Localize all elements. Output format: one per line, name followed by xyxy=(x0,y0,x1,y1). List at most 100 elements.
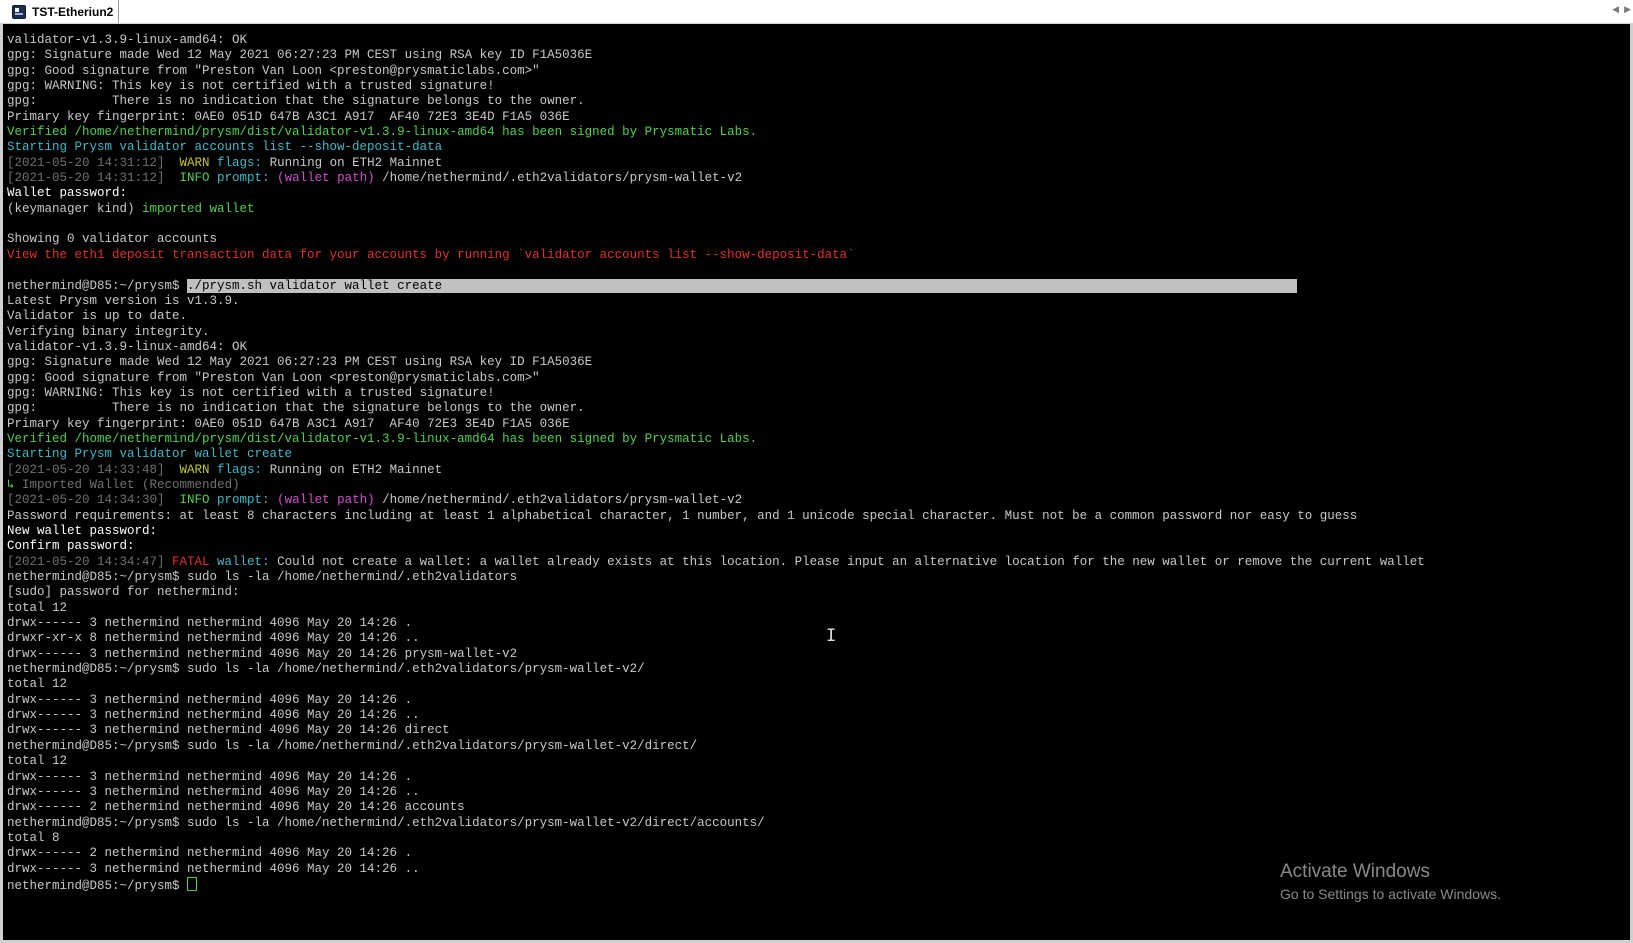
terminal-line: total 12 xyxy=(7,754,1627,769)
terminal-output[interactable]: validator-v1.3.9-linux-amd64: OK gpg: Sig… xyxy=(7,33,1627,892)
terminal-line: drwx------ 3 nethermind nethermind 4096 … xyxy=(7,723,1627,738)
terminal-text-segment: Validator is up to date. xyxy=(7,309,188,324)
terminal-text-segment: drwx------ 3 nethermind nethermind 4096 … xyxy=(7,708,420,723)
terminal-text-segment: nethermind@D85:~/prysm$ sudo ls -la /hom… xyxy=(7,570,518,585)
terminal-text-segment: nethermind@D85:~/prysm$ sudo ls -la /hom… xyxy=(7,815,765,830)
terminal-text-segment: /home/nethermind/.eth2validators/prysm-w… xyxy=(374,171,743,186)
terminal-line: Showing 0 validator accounts xyxy=(7,232,1627,247)
terminal-text-segment: gpg: Good signature from "Preston Van Lo… xyxy=(7,370,540,385)
terminal-line: drwx------ 3 nethermind nethermind 4096 … xyxy=(7,770,1627,785)
terminal-line: Verified /home/nethermind/prysm/dist/val… xyxy=(7,432,1627,447)
terminal-text-segment: drwx------ 3 nethermind nethermind 4096 … xyxy=(7,723,450,738)
terminal-text-segment: [2021-05-20 14:31:12] xyxy=(7,155,165,170)
terminal-text-segment: (keymanager kind) xyxy=(7,201,143,216)
terminal-text-segment: total 12 xyxy=(7,754,68,769)
terminal-line: Verifying binary integrity. xyxy=(7,325,1627,340)
terminal-line: [sudo] password for nethermind: xyxy=(7,585,1627,600)
terminal-text-segment: drwx------ 3 nethermind nethermind 4096 … xyxy=(7,616,413,631)
terminal-line: drwx------ 3 nethermind nethermind 4096 … xyxy=(7,708,1627,723)
terminal-text-segment: FATAL xyxy=(164,554,218,569)
terminal-text-segment: Verifying binary integrity. xyxy=(7,324,210,339)
terminal-text-segment: gpg: Signature made Wed 12 May 2021 06:2… xyxy=(7,355,593,370)
terminal-text-segment: total 12 xyxy=(7,677,68,692)
terminal-line: [2021-05-20 14:31:12] WARN flags: Runnin… xyxy=(7,156,1627,171)
terminal-text-segment: WARN xyxy=(164,462,218,477)
terminal-text-segment: ↳ xyxy=(7,477,15,492)
terminal-line: gpg: Good signature from "Preston Van Lo… xyxy=(7,371,1627,386)
tab-scroll-left-icon[interactable]: ◀ xyxy=(1612,4,1619,15)
terminal-text-segment: /home/nethermind/.eth2validators/prysm-w… xyxy=(374,493,743,508)
terminal-line: drwx------ 3 nethermind nethermind 4096 … xyxy=(7,693,1627,708)
terminal-line: [2021-05-20 14:34:30] INFO prompt: (wall… xyxy=(7,493,1627,508)
tab-bar: TST-Etheriun2 ◀ ▶ xyxy=(0,0,1633,24)
terminal-line: New wallet password: xyxy=(7,524,1627,539)
tab-scroll-right-icon[interactable]: ▶ xyxy=(1624,4,1631,15)
terminal-text-segment: Running on ETH2 Mainnet xyxy=(262,155,443,170)
terminal-text-segment: validator-v1.3.9-linux-amd64: OK xyxy=(7,339,248,354)
terminal-line: Primary key fingerprint: 0AE0 051D 647B … xyxy=(7,417,1627,432)
terminal-text-segment: flags: xyxy=(217,462,263,477)
terminal-line: [2021-05-20 14:31:12] INFO prompt: (wall… xyxy=(7,171,1627,186)
terminal-line: gpg: WARNING: This key is not certified … xyxy=(7,79,1627,94)
terminal-line: nethermind@D85:~/prysm$ sudo ls -la /hom… xyxy=(7,662,1627,677)
terminal-line: Confirm password: xyxy=(7,539,1627,554)
terminal-text-segment: Starting Prysm validator accounts list -… xyxy=(7,140,443,155)
terminal-line: gpg: Signature made Wed 12 May 2021 06:2… xyxy=(7,355,1627,370)
terminal-text-segment: Starting Prysm validator wallet create xyxy=(7,447,293,462)
terminal-text-segment: gpg: Good signature from "Preston Van Lo… xyxy=(7,63,540,78)
terminal-text-segment: drwx------ 2 nethermind nethermind 4096 … xyxy=(7,846,413,861)
terminal-text-segment: nethermind@D85:~/prysm$ sudo ls -la /hom… xyxy=(7,738,698,753)
terminal-line: nethermind@D85:~/prysm$ sudo ls -la /hom… xyxy=(7,816,1627,831)
terminal-text-segment: wallet: xyxy=(217,554,270,569)
terminal-line: View the eth1 deposit transaction data f… xyxy=(7,248,1627,263)
terminal-text-segment: prompt: xyxy=(217,493,270,508)
terminal-text-segment: (wallet path) xyxy=(269,171,375,186)
terminal-line: drwxr-xr-x 8 nethermind nethermind 4096 … xyxy=(7,631,1627,646)
terminal-text-segment: WARN xyxy=(164,155,218,170)
terminal-text-segment: drwx------ 3 nethermind nethermind 4096 … xyxy=(7,692,413,707)
terminal-line: gpg: Good signature from "Preston Van Lo… xyxy=(7,64,1627,79)
session-tab[interactable]: TST-Etheriun2 xyxy=(6,0,119,23)
terminal-text-segment: nethermind@D85:~/prysm$ sudo ls -la /hom… xyxy=(7,662,645,677)
terminal-text-segment: Imported Wallet (Recommended) xyxy=(14,477,240,492)
terminal-text-segment: drwx------ 3 nethermind nethermind 4096 … xyxy=(7,646,518,661)
terminal-line: [2021-05-20 14:34:47] FATAL wallet: Coul… xyxy=(7,555,1627,570)
block-cursor xyxy=(187,876,198,891)
tab-scroll-buttons: ◀ ▶ xyxy=(1612,4,1631,15)
terminal-text-segment: Primary key fingerprint: 0AE0 051D 647B … xyxy=(7,416,570,431)
terminal-line: drwx------ 3 nethermind nethermind 4096 … xyxy=(7,647,1627,662)
watermark-subtitle: Go to Settings to activate Windows. xyxy=(1280,886,1501,902)
terminal-text-segment: Could not create a wallet: a wallet alre… xyxy=(269,554,1425,569)
terminal-line: Starting Prysm validator accounts list -… xyxy=(7,140,1627,155)
terminal-text-segment: total 12 xyxy=(7,600,68,615)
terminal-line: Validator is up to date. xyxy=(7,309,1627,324)
terminal-text-segment: gpg: There is no indication that the sig… xyxy=(7,401,585,416)
terminal-line: nethermind@D85:~/prysm$ sudo ls -la /hom… xyxy=(7,739,1627,754)
terminal-text-segment: [2021-05-20 14:31:12] xyxy=(7,171,165,186)
shell-prompt: nethermind@D85:~/prysm$ xyxy=(7,878,188,893)
terminal-text-segment: prompt: xyxy=(217,171,270,186)
terminal-line: total 12 xyxy=(7,601,1627,616)
terminal-text-segment: drwx------ 3 nethermind nethermind 4096 … xyxy=(7,769,413,784)
terminal-text-segment: gpg: Signature made Wed 12 May 2021 06:2… xyxy=(7,48,593,63)
terminal-line: total 12 xyxy=(7,677,1627,692)
terminal-text-segment: Latest Prysm version is v1.3.9. xyxy=(7,293,240,308)
terminal-line: Verified /home/nethermind/prysm/dist/val… xyxy=(7,125,1627,140)
terminal-text-segment: drwx------ 3 nethermind nethermind 4096 … xyxy=(7,861,420,876)
terminal-line: gpg: There is no indication that the sig… xyxy=(7,94,1627,109)
terminal-line: Wallet password: xyxy=(7,186,1627,201)
terminal-line: validator-v1.3.9-linux-amd64: OK xyxy=(7,340,1627,355)
terminal-text-segment: Verified /home/nethermind/prysm/dist/val… xyxy=(7,125,758,140)
terminal-line: nethermind@D85:~/prysm$ ./prysm.sh valid… xyxy=(7,278,1627,294)
terminal-line: Password requirements: at least 8 charac… xyxy=(7,509,1627,524)
terminal-text-segment: Wallet password: xyxy=(7,186,128,201)
terminal-text-segment: nethermind@D85:~/prysm$ xyxy=(7,278,188,293)
terminal-text-segment: validator-v1.3.9-linux-amd64: OK xyxy=(7,33,248,47)
watermark-title: Activate Windows xyxy=(1280,861,1430,882)
terminal-text-segment: flags: xyxy=(217,155,263,170)
terminal-text-segment: INFO xyxy=(164,171,218,186)
terminal-line: nethermind@D85:~/prysm$ sudo ls -la /hom… xyxy=(7,570,1627,585)
terminal-window[interactable]: validator-v1.3.9-linux-amd64: OK gpg: Sig… xyxy=(0,24,1633,943)
